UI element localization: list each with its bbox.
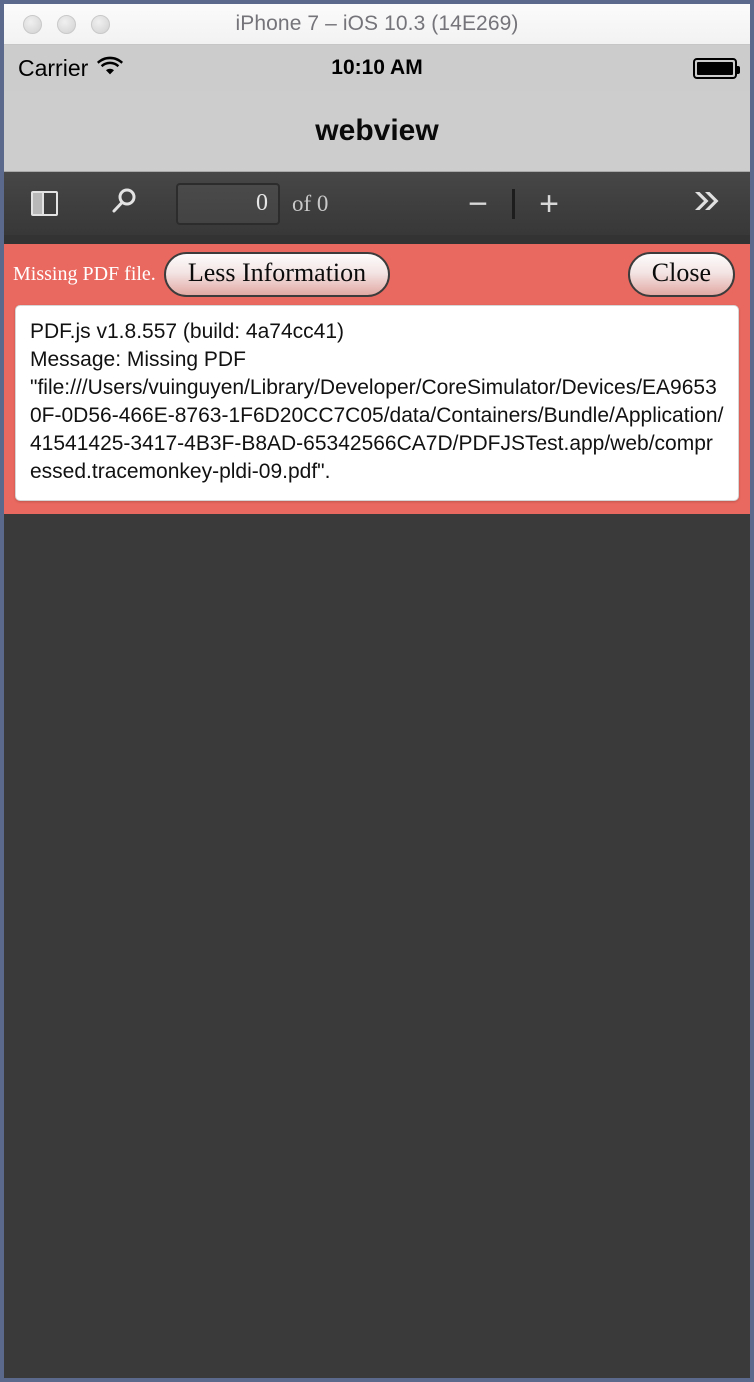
pdfjs-toolbar: of 0 − + [4, 172, 750, 244]
error-message: Missing PDF file. [13, 263, 156, 285]
wifi-icon [97, 56, 124, 80]
sidebar-toggle-button[interactable] [24, 182, 64, 226]
carrier-label: Carrier [18, 54, 89, 81]
zoom-in-button[interactable]: + [527, 182, 571, 226]
secondary-toolbar-toggle-button[interactable] [684, 182, 728, 226]
page-count-label: of 0 [292, 190, 329, 216]
search-icon [110, 187, 138, 220]
error-more-info-button[interactable]: Less Information [163, 252, 391, 297]
traffic-lights [4, 14, 110, 34]
ios-status-bar: Carrier 10:10 AM [4, 45, 750, 91]
battery-fill [697, 61, 733, 75]
error-close-button[interactable]: Close [627, 252, 735, 297]
window-title: iPhone 7 – iOS 10.3 (14E269) [235, 12, 519, 35]
battery-full-icon [693, 57, 740, 79]
battery-nub [737, 65, 740, 74]
window-titlebar: iPhone 7 – iOS 10.3 (14E269) [4, 0, 750, 45]
error-version-line: PDF.js v1.8.557 (build: 4a74cc41) [30, 320, 345, 343]
error-bar: Missing PDF file. Less Information Close [4, 244, 750, 305]
page-number-input[interactable] [176, 182, 280, 225]
error-details-panel: PDF.js v1.8.557 (build: 4a74cc41) Messag… [15, 305, 739, 501]
minimize-window-button[interactable] [57, 14, 76, 34]
zoom-window-button[interactable] [91, 14, 110, 34]
status-bar-right [693, 57, 740, 79]
page-title: webview [315, 114, 439, 147]
pdf-viewer-container[interactable] [4, 513, 750, 1378]
sidebar-toggle-icon [30, 191, 58, 216]
error-message-line: Message: Missing PDF [30, 347, 246, 371]
find-button[interactable] [104, 182, 144, 226]
status-bar-left: Carrier [18, 54, 124, 82]
sidebar-icon-pane-right [44, 193, 56, 214]
zoom-out-button[interactable]: − [456, 182, 500, 226]
zoom-controls: − + [456, 182, 571, 226]
error-file-path-line: "file:///Users/vuinguyen/Library/Develop… [30, 375, 724, 483]
error-wrapper: Missing PDF file. Less Information Close… [4, 244, 750, 514]
close-window-button[interactable] [23, 14, 42, 34]
ios-navigation-bar: webview [4, 91, 750, 172]
ios-simulator-window: iPhone 7 – iOS 10.3 (14E269) Carrier 10:… [0, 0, 754, 1382]
sidebar-icon-pane-left [32, 193, 44, 214]
chevron-double-right-icon [691, 189, 721, 218]
zoom-separator [512, 188, 515, 219]
